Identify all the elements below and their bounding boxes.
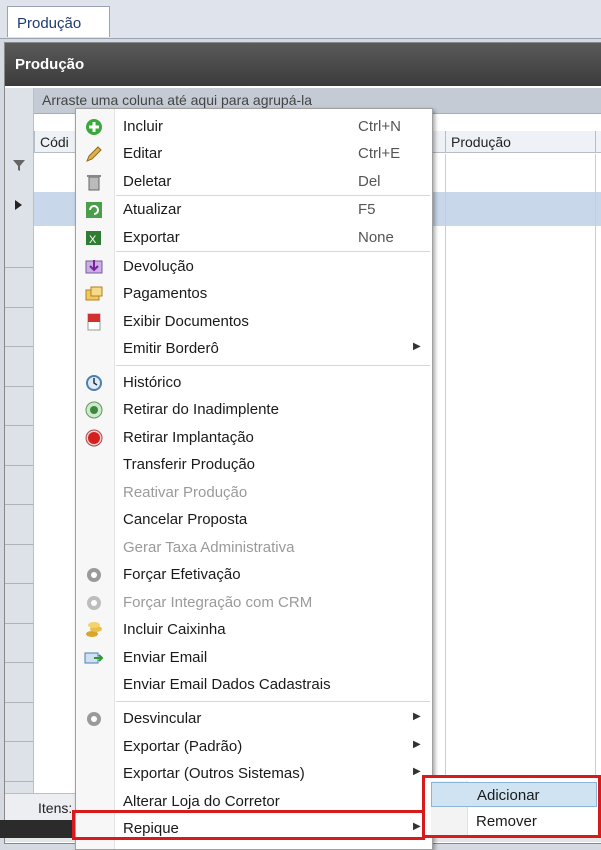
menu-item-editar[interactable]: Editar Ctrl+E xyxy=(76,141,431,167)
gear-icon xyxy=(84,565,104,585)
menu-item-forcar-efetivacao[interactable]: Forçar Efetivação xyxy=(76,562,431,588)
add-icon xyxy=(84,117,104,137)
menu-item-retirar-implantacao[interactable]: Retirar Implantação xyxy=(76,425,431,451)
red-record-icon xyxy=(84,428,104,448)
submenu-arrow-icon: ▶ xyxy=(413,739,421,750)
payments-icon xyxy=(84,284,104,304)
pencil-icon xyxy=(84,144,104,164)
history-clock-icon xyxy=(84,373,104,393)
svg-text:X: X xyxy=(89,234,97,246)
items-count-label: Itens: xyxy=(38,800,73,816)
column-header-s[interactable]: S xyxy=(595,131,601,153)
menu-item-devolucao[interactable]: Devolução xyxy=(76,254,431,280)
pdf-document-icon xyxy=(84,312,104,332)
menu-item-enviar-email[interactable]: Enviar Email xyxy=(76,645,431,671)
menu-item-desvincular[interactable]: Desvincular ▶ xyxy=(76,706,431,732)
menu-item-historico[interactable]: Histórico xyxy=(76,370,431,396)
document-tabstrip: Produção xyxy=(0,0,601,39)
menu-item-forcar-integracao-crm[interactable]: Forçar Integração com CRM xyxy=(76,590,431,616)
submenu-arrow-icon: ▶ xyxy=(413,711,421,722)
menu-item-gerar-taxa-administrativa[interactable]: Gerar Taxa Administrativa xyxy=(76,535,431,561)
menu-item-cancelar-proposta[interactable]: Cancelar Proposta xyxy=(76,507,431,533)
context-menu: Incluir Ctrl+N Editar Ctrl+E Deletar Del… xyxy=(75,108,433,850)
menu-item-incluir[interactable]: Incluir Ctrl+N xyxy=(76,114,431,140)
menu-item-exportar-padrao[interactable]: Exportar (Padrão) ▶ xyxy=(76,734,431,760)
excel-export-icon: X xyxy=(84,228,104,248)
window-title: Produção xyxy=(5,43,601,86)
repique-submenu: Adicionar Remover xyxy=(422,775,601,838)
menu-item-exportar[interactable]: X Exportar None xyxy=(76,225,431,251)
menu-item-enviar-email-dados-cadastrais[interactable]: Enviar Email Dados Cadastrais xyxy=(76,672,431,698)
menu-item-deletar[interactable]: Deletar Del xyxy=(76,169,431,195)
current-row-arrow-icon xyxy=(14,198,24,210)
return-icon xyxy=(84,257,104,277)
menu-item-emitir-bordero[interactable]: Emitir Borderô ▶ xyxy=(76,336,431,362)
filter-icon[interactable] xyxy=(12,158,26,172)
menu-item-transferir-producao[interactable]: Transferir Produção xyxy=(76,452,431,478)
menu-item-incluir-caixinha[interactable]: Incluir Caixinha xyxy=(76,617,431,643)
coins-icon xyxy=(84,620,104,640)
tab-producao[interactable]: Produção xyxy=(7,6,110,37)
submenu-item-remover[interactable]: Remover xyxy=(431,809,597,834)
row-indicator-strip xyxy=(5,88,34,793)
menu-item-exibir-documentos[interactable]: Exibir Documentos xyxy=(76,309,431,335)
green-record-icon xyxy=(84,400,104,420)
send-email-icon xyxy=(84,648,104,668)
menu-item-reativar-producao[interactable]: Reativar Produção xyxy=(76,480,431,506)
column-header-producao[interactable]: Produção xyxy=(445,131,595,153)
footer-strip xyxy=(0,820,75,838)
menu-item-atualizar[interactable]: Atualizar F5 xyxy=(76,197,431,223)
submenu-arrow-icon: ▶ xyxy=(413,341,421,352)
menu-item-exportar-outros-sistemas[interactable]: Exportar (Outros Sistemas) ▶ xyxy=(76,761,431,787)
gear-icon xyxy=(84,709,104,729)
refresh-icon xyxy=(84,200,104,220)
trash-icon xyxy=(84,172,104,192)
repique-highlight xyxy=(72,810,425,840)
submenu-item-adicionar[interactable]: Adicionar xyxy=(431,782,597,807)
menu-item-pagamentos[interactable]: Pagamentos xyxy=(76,281,431,307)
menu-item-retirar-inadimplente[interactable]: Retirar do Inadimplente xyxy=(76,397,431,423)
submenu-arrow-icon: ▶ xyxy=(413,766,421,777)
gear-icon xyxy=(84,593,104,613)
